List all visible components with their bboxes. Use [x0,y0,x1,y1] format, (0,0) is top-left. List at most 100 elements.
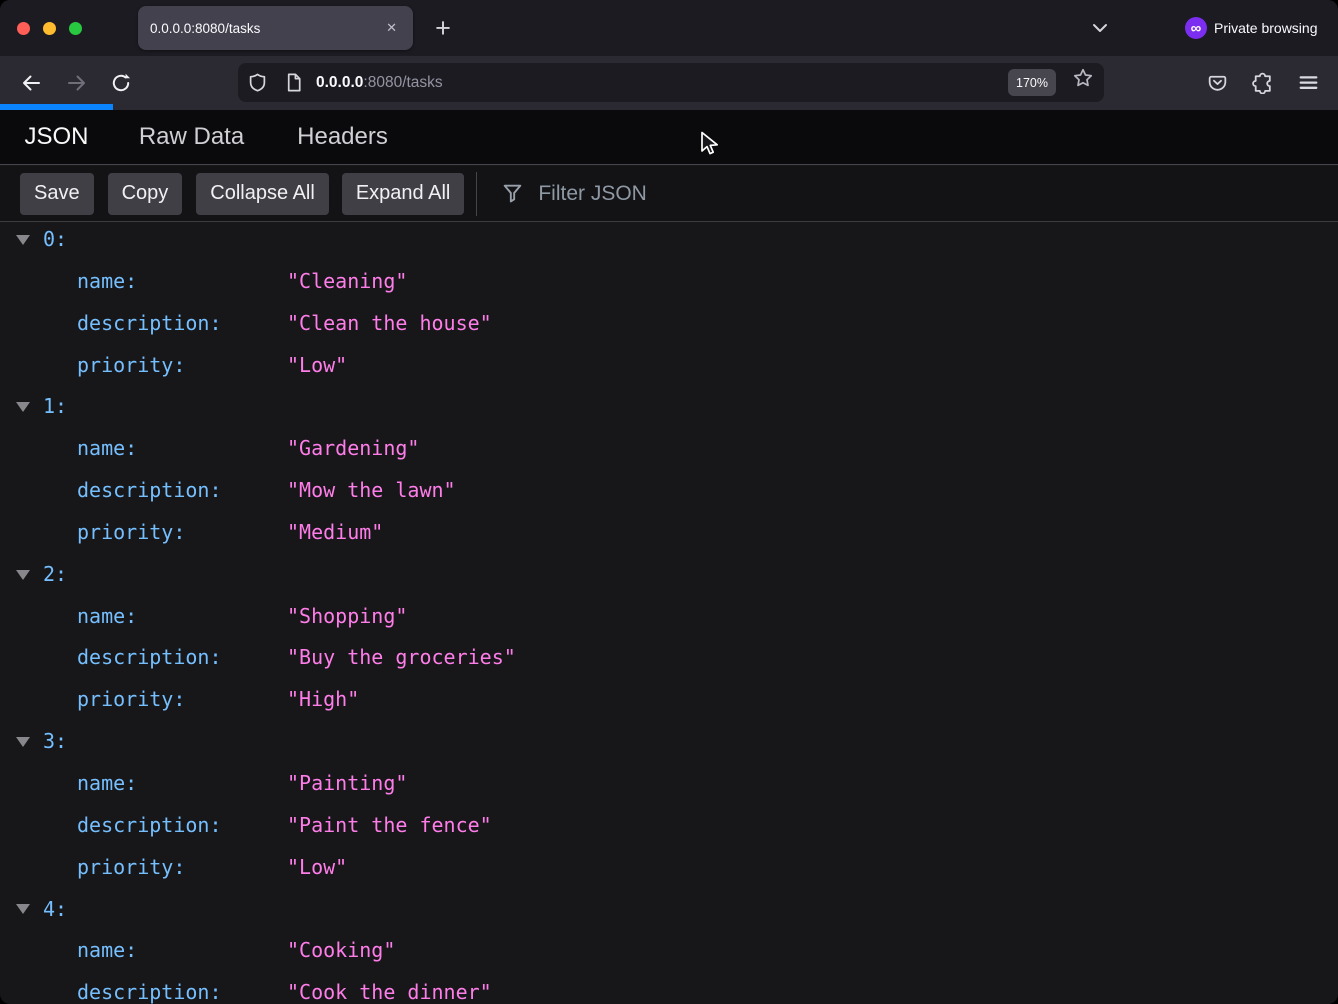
json-value: "Clean the house" [287,303,492,345]
json-value: "Painting" [287,763,407,805]
json-row: description: "Paint the fence" [0,805,1338,847]
json-tree: 0: name: "Cleaning" description: "Clean … [0,219,1338,1004]
expander-triangle-icon[interactable] [16,402,30,412]
json-key: name: [77,763,137,805]
json-key: name: [77,930,137,972]
json-key: description: [77,470,222,512]
json-key: priority: [77,512,185,554]
json-key: 3: [43,721,67,763]
forward-button[interactable] [66,72,88,94]
chevron-down-icon [1089,17,1111,39]
json-key: 0: [43,219,67,261]
json-row: name: "Cleaning" [0,261,1338,303]
expander-triangle-icon[interactable] [16,904,30,914]
json-key: 1: [43,386,67,428]
menu-button[interactable] [1297,71,1320,94]
zoom-level-badge[interactable]: 170% [1008,69,1056,96]
json-key: priority: [77,345,185,387]
browser-window: 0.0.0.0:8080/tasks ✕ + ∞ Private browsin… [0,0,1338,1004]
json-value: "Paint the fence" [287,805,492,847]
expander-triangle-icon[interactable] [16,737,30,747]
new-tab-button[interactable]: + [428,13,458,43]
viewer-tab-bar: JSON Raw Data Headers [0,110,1338,165]
json-row: description: "Clean the house" [0,303,1338,345]
navigation-toolbar: 0.0.0.0:8080/tasks 170% [0,56,1338,110]
json-row: description: "Mow the lawn" [0,470,1338,512]
json-row: 0: [0,219,1338,261]
pocket-button[interactable] [1206,71,1229,94]
filter-json-input[interactable] [536,181,1338,207]
active-tab-indicator [0,104,113,110]
copy-button[interactable]: Copy [108,173,183,215]
tab-close-icon[interactable]: ✕ [382,18,401,38]
viewer-toolbar: Save Copy Collapse All Expand All [0,166,1338,222]
traffic-light-zoom-button[interactable] [69,22,82,35]
tab-headers[interactable]: Headers [270,110,415,164]
forward-arrow-icon [66,72,88,94]
url-host: 0.0.0.0 [316,74,363,91]
json-value: "Cooking" [287,930,395,972]
extensions-button[interactable] [1251,71,1274,94]
json-key: description: [77,972,222,1004]
tab-overview-button[interactable] [1089,17,1111,39]
json-row: 1: [0,386,1338,428]
json-value: "Cook the dinner" [287,972,492,1004]
json-value: "Gardening" [287,428,419,470]
url-text[interactable]: 0.0.0.0:8080/tasks [316,74,443,92]
json-key: priority: [77,847,185,889]
json-key: 4: [43,889,67,931]
json-row: name: "Shopping" [0,596,1338,638]
json-key: name: [77,428,137,470]
tab-json[interactable]: JSON [0,110,113,164]
json-row: description: "Buy the groceries" [0,637,1338,679]
browser-tab[interactable]: 0.0.0.0:8080/tasks ✕ [138,6,413,50]
json-row: 4: [0,889,1338,931]
json-value: "Low" [287,345,347,387]
reload-button[interactable] [110,72,132,94]
json-value: "Buy the groceries" [287,637,516,679]
url-path: :8080/tasks [363,74,442,91]
star-icon [1072,67,1094,89]
json-value: "Shopping" [287,596,407,638]
json-key: description: [77,303,222,345]
json-value: "Cleaning" [287,261,407,303]
traffic-light-minimize-button[interactable] [43,22,56,35]
json-value: "High" [287,679,359,721]
json-value: "Mow the lawn" [287,470,456,512]
expander-triangle-icon[interactable] [16,235,30,245]
titlebar: 0.0.0.0:8080/tasks ✕ + ∞ Private browsin… [0,0,1338,56]
json-key: 2: [43,554,67,596]
json-row: name: "Cooking" [0,930,1338,972]
save-button[interactable]: Save [20,173,94,215]
json-key: name: [77,596,137,638]
bookmark-button[interactable] [1072,67,1094,89]
json-key: priority: [77,679,185,721]
json-row: priority: "Low" [0,345,1338,387]
json-key: description: [77,637,222,679]
url-bar[interactable]: 0.0.0.0:8080/tasks 170% [238,63,1104,102]
json-row: name: "Gardening" [0,428,1338,470]
json-row: name: "Painting" [0,763,1338,805]
tab-title: 0.0.0.0:8080/tasks [150,21,382,36]
json-key: description: [77,805,222,847]
shield-icon[interactable] [247,72,268,93]
toolbar-separator [476,172,477,216]
expand-all-button[interactable]: Expand All [342,173,465,215]
private-browsing-badge: ∞ [1185,17,1207,39]
collapse-all-button[interactable]: Collapse All [196,173,329,215]
expander-triangle-icon[interactable] [16,570,30,580]
plus-icon: + [435,15,451,42]
json-row: 3: [0,721,1338,763]
page-info-icon[interactable] [283,72,304,93]
private-browsing-label: Private browsing [1214,0,1318,56]
back-arrow-icon [20,72,42,94]
traffic-light-close-button[interactable] [17,22,30,35]
json-row: 2: [0,554,1338,596]
tab-raw-data[interactable]: Raw Data [113,110,270,164]
filter-funnel-icon [501,182,524,205]
json-value: "Low" [287,847,347,889]
json-value: "Medium" [287,512,383,554]
back-button[interactable] [20,72,42,94]
json-row: priority: "High" [0,679,1338,721]
pocket-icon [1206,71,1229,94]
